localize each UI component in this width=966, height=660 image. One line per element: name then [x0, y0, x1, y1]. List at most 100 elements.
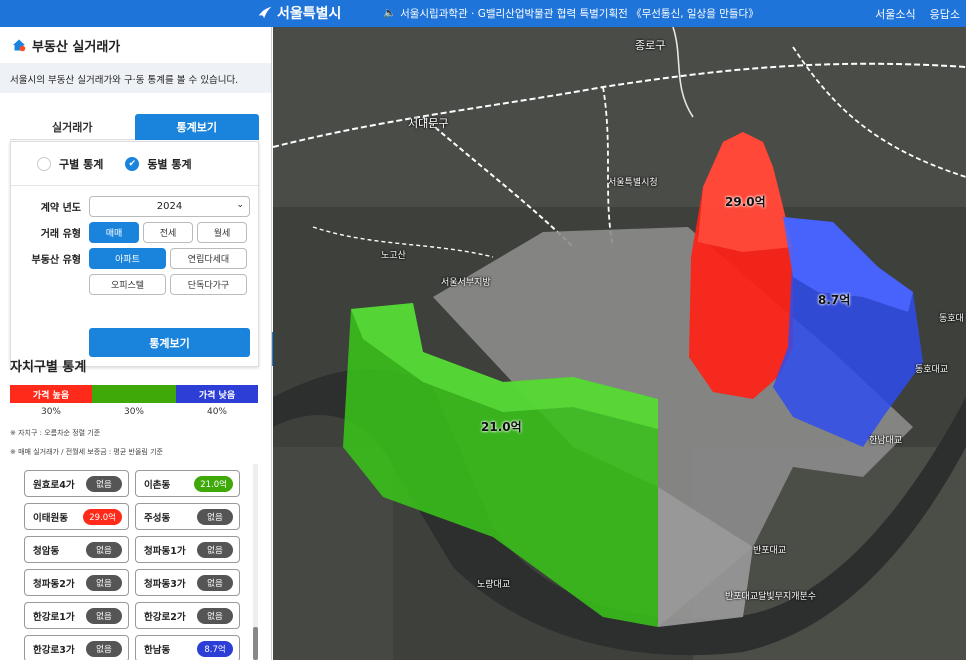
map-label-cityhall: 서울특별시청 [608, 178, 658, 188]
notice-text: 서울시립과학관 · G밸리산업박물관 협력 특별기획전 《무선통신, 일상을 만… [400, 8, 759, 20]
radio-dong-stats[interactable]: ✔ 동별 통계 [125, 156, 192, 172]
list-item[interactable]: 청암동 없음 [24, 536, 129, 563]
dong-name: 청암동 [33, 545, 60, 557]
dong-name: 한강로2가 [144, 611, 186, 623]
year-select[interactable]: 2024 ⌄ [89, 196, 250, 217]
stat-type-radios: 구별 통계 ✔ 동별 통계 [11, 142, 258, 186]
property-type-officetel[interactable]: 오피스텔 [89, 274, 166, 295]
dong-name: 원효로4가 [33, 479, 75, 491]
dong-name: 청파동1가 [144, 545, 186, 557]
map-label-seobu: 서울서부지방 [441, 278, 491, 288]
list-item[interactable]: 한강로1가 없음 [24, 602, 129, 629]
list-item[interactable]: 청파동2가 없음 [24, 569, 129, 596]
radio-checked-icon: ✔ [125, 156, 140, 171]
dong-value-badge: 없음 [86, 640, 122, 657]
list-item[interactable]: 한강로2가 없음 [135, 602, 240, 629]
dong-value-badge: 없음 [86, 607, 122, 624]
property-type-row: 부동산 유형 아파트 연립다세대 [11, 248, 260, 269]
home-icon [13, 39, 26, 52]
radio-label: 동별 통계 [147, 157, 192, 171]
map-label-seodaemun: 서대문구 [408, 117, 449, 130]
property-type-row-2: 오피스텔 단독다가구 [11, 274, 260, 295]
property-type-detached[interactable]: 단독다가구 [170, 274, 247, 295]
radio-gu-stats[interactable]: 구별 통계 [37, 156, 103, 172]
dong-name: 한남동 [144, 644, 171, 656]
speaker-icon: 🔈 [383, 7, 397, 19]
trade-type-label: 거래 유형 [40, 229, 81, 240]
section-title: 자치구별 통계 [10, 360, 87, 375]
legend-mid [92, 385, 176, 403]
list-item[interactable]: 한강로3가 없음 [24, 635, 129, 660]
dong-value-badge: 없음 [86, 574, 122, 591]
property-type-apartment[interactable]: 아파트 [89, 248, 166, 269]
sidebar-header: 부동산 실거래가 [0, 27, 271, 63]
dong-value-badge: 없음 [86, 475, 122, 492]
note-average: ※ 매매 실거래가 / 전월세 보증금 : 평균 반올림 기준 [10, 448, 163, 456]
sidebar: 부동산 실거래가 서울시의 부동산 실거래가와 구·동 통계를 볼 수 있습니다… [0, 27, 272, 660]
dong-name: 한강로1가 [33, 611, 75, 623]
list-item[interactable]: 청파동1가 없음 [135, 536, 240, 563]
list-item[interactable]: 원효로4가 없음 [24, 470, 129, 497]
dong-name: 한강로3가 [33, 644, 75, 656]
view-stats-button[interactable]: 통계보기 [89, 328, 250, 357]
notice-banner[interactable]: 🔈 서울시립과학관 · G밸리산업박물관 협력 특별기획전 《무선통신, 일상을… [383, 6, 759, 21]
property-type-label: 부동산 유형 [31, 255, 81, 266]
dong-value-badge: 29.0억 [83, 508, 122, 525]
list-item[interactable]: 한남동 8.7억 [135, 635, 240, 660]
dong-value-badge: 없음 [197, 541, 233, 558]
dong-value-badge: 없음 [197, 574, 233, 591]
dong-name: 이촌동 [144, 479, 171, 491]
satellite-map [273, 27, 966, 660]
dong-name: 청파동2가 [33, 578, 75, 590]
trade-type-monthly[interactable]: 월세 [197, 222, 247, 243]
trade-type-jeonse[interactable]: 전세 [143, 222, 193, 243]
list-item[interactable]: 이촌동 21.0억 [135, 470, 240, 497]
map-view[interactable]: 종로구 서대문구 서울특별시청 노고산 서울서부지방 동호대교 한남대교 반포대… [273, 27, 966, 660]
map-label-jongno: 종로구 [635, 39, 666, 52]
trade-type-sale[interactable]: 매매 [89, 222, 139, 243]
seoul-logo[interactable]: 서울특별시 [256, 3, 341, 23]
filter-panel: 구별 통계 ✔ 동별 통계 계약 년도 2024 ⌄ 거래 유형 매매 전세 월… [10, 141, 259, 367]
dong-value-badge: 8.7억 [197, 640, 233, 657]
page-description: 서울시의 부동산 실거래가와 구·동 통계를 볼 수 있습니다. [0, 63, 271, 93]
nav-seoul-news[interactable]: 서울소식 [875, 6, 915, 22]
top-nav: 서울소식 응답소 [875, 6, 960, 22]
dong-name: 주성동 [144, 512, 171, 524]
map-label-dongho-bridge: 동호대교 [915, 365, 949, 375]
property-type-multi-family[interactable]: 연립다세대 [170, 248, 247, 269]
map-label-banpo-bridge: 반포대교 [753, 546, 787, 556]
pct-mid: 30% [123, 407, 144, 417]
tab-real-price[interactable]: 실거래가 [10, 114, 135, 140]
list-item[interactable]: 이태원동 29.0억 [24, 503, 129, 530]
radio-label: 구별 통계 [59, 157, 104, 171]
radio-off-icon [37, 156, 51, 171]
year-value: 2024 [156, 201, 183, 212]
list-item[interactable]: 주성동 없음 [135, 503, 240, 530]
top-bar: 서울특별시 🔈 서울시립과학관 · G밸리산업박물관 협력 특별기획전 《무선통… [0, 0, 966, 27]
chevron-down-icon: ⌄ [236, 200, 244, 210]
list-scrollbar[interactable] [253, 464, 258, 660]
page-title: 부동산 실거래가 [32, 39, 121, 55]
price-label-hannam: 8.7억 [818, 293, 851, 307]
pct-low: 40% [206, 407, 227, 417]
year-label: 계약 년도 [40, 203, 81, 214]
legend-high: 가격 높음 [10, 385, 92, 403]
map-label-noryang-bridge: 노량대교 [477, 580, 511, 590]
nav-response[interactable]: 응답소 [930, 6, 960, 22]
logo-text: 서울특별시 [277, 6, 342, 22]
scrollbar-thumb[interactable] [253, 627, 258, 660]
year-row: 계약 년도 2024 ⌄ [11, 196, 260, 217]
dong-value-badge: 없음 [197, 508, 233, 525]
dong-value-badge: 없음 [197, 607, 233, 624]
legend-percentages: 30% 30% 40% [10, 407, 258, 417]
list-item[interactable]: 청파동3가 없음 [135, 569, 240, 596]
seoul-logo-icon [258, 6, 272, 19]
map-label-dongho: 동호대 [939, 314, 964, 324]
tab-statistics[interactable]: 통계보기 [134, 114, 259, 140]
map-label-banpo-fountain: 반포대교달빛무지개분수 [725, 592, 817, 602]
price-label-itaewon: 29.0억 [725, 195, 766, 209]
pct-high: 30% [40, 407, 61, 417]
map-label-nogosan: 노고산 [381, 251, 406, 261]
legend-low: 가격 낮음 [176, 385, 258, 403]
tab-bar: 실거래가 통계보기 [10, 114, 259, 140]
